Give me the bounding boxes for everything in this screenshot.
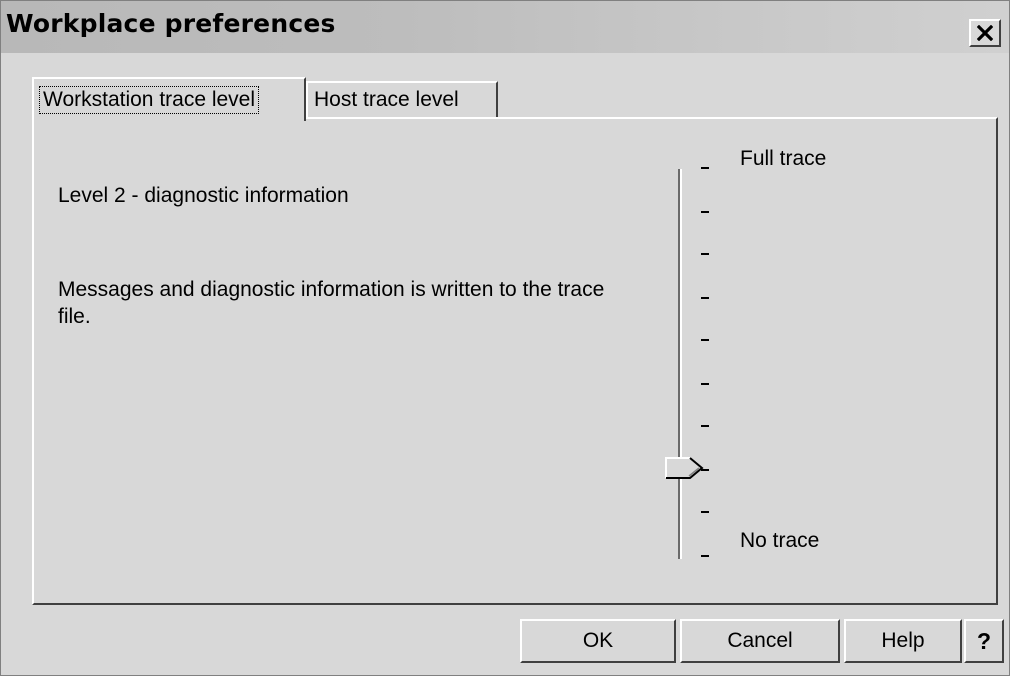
slider-thumb[interactable]	[665, 455, 705, 481]
title-bar[interactable]: Workplace preferences	[1, 1, 1009, 53]
window-title: Workplace preferences	[6, 9, 336, 38]
close-button[interactable]	[969, 19, 1001, 47]
help-button[interactable]: Help	[844, 619, 962, 663]
cancel-button[interactable]: Cancel	[680, 619, 840, 663]
trace-level-title: Level 2 - diagnostic information	[58, 184, 349, 207]
ok-button[interactable]: OK	[520, 619, 676, 663]
context-help-button[interactable]: ?	[964, 619, 1004, 663]
tab-label: Workstation trace level	[39, 86, 260, 114]
slider-tick	[701, 511, 709, 513]
close-icon	[977, 25, 993, 41]
tab-label: Host trace level	[314, 88, 459, 111]
dialog-window: Workplace preferences Workstation trace …	[0, 0, 1010, 676]
tab-panel: Level 2 - diagnostic information Message…	[32, 117, 998, 605]
slider-tick	[701, 425, 709, 427]
slider-tick	[701, 297, 709, 299]
slider-max-label: Full trace	[740, 147, 827, 170]
trace-level-description: Messages and diagnostic information is w…	[58, 278, 605, 328]
slider-tick	[701, 167, 709, 169]
slider-tick	[701, 211, 709, 213]
tab-workstation-trace-level[interactable]: Workstation trace level	[32, 77, 306, 121]
slider-min-label: No trace	[740, 529, 820, 552]
slider-tick	[701, 339, 709, 341]
tab-host-trace-level[interactable]: Host trace level	[306, 81, 498, 117]
slider-track[interactable]	[678, 169, 682, 559]
slider-tick	[701, 555, 709, 557]
slider-tick	[701, 383, 709, 385]
trace-level-slider[interactable]	[664, 159, 724, 559]
slider-tick	[701, 253, 709, 255]
